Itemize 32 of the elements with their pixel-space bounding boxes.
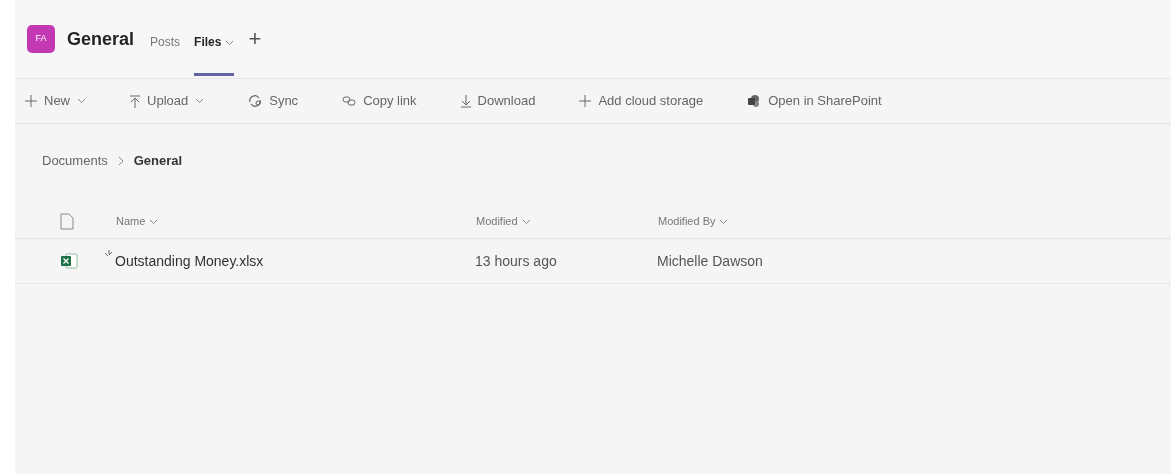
plus-icon [25, 95, 37, 107]
chevron-down-icon [719, 218, 729, 225]
plus-icon [579, 95, 592, 107]
add-tab-button[interactable]: + [248, 28, 262, 50]
toolbar-button[interactable]: Sync [244, 87, 303, 115]
modified-cell-text: 13 hours ago [475, 251, 558, 271]
toolbar-button[interactable]: Copy link [338, 87, 421, 115]
toolbar-button[interactable]: Upload [126, 87, 209, 115]
breadcrumb-item[interactable]: Documents [42, 151, 108, 171]
column-header[interactable]: Name [116, 213, 159, 230]
excel-file-icon [60, 253, 78, 269]
toolbar-button[interactable]: New [21, 87, 90, 115]
toolbar-button[interactable]: Download [456, 87, 540, 115]
toolbar-button[interactable]: Add cloud storage [575, 87, 708, 115]
team-avatar: FA [27, 25, 55, 53]
download-icon [460, 94, 471, 108]
breadcrumb-item[interactable]: General [133, 151, 183, 171]
file-type-icon [60, 213, 74, 230]
chevron-down-icon [521, 218, 531, 225]
toolbar-button[interactable]: Open in SharePoint [743, 87, 886, 115]
tab[interactable]: Posts [150, 2, 181, 76]
chevron-right-icon [117, 156, 124, 166]
sharepoint-icon [747, 94, 762, 108]
link-icon [342, 96, 357, 106]
upload-icon [130, 94, 140, 108]
modified-by-cell-text: Michelle Dawson [657, 251, 764, 271]
file-name-link[interactable]: Outstanding Money.xlsx [115, 250, 264, 272]
column-header[interactable]: Modified By [658, 213, 729, 230]
sync-icon [248, 95, 263, 107]
chevron-down-icon [149, 218, 159, 225]
column-header[interactable]: Modified [476, 213, 531, 230]
channel-title: General [67, 27, 135, 51]
